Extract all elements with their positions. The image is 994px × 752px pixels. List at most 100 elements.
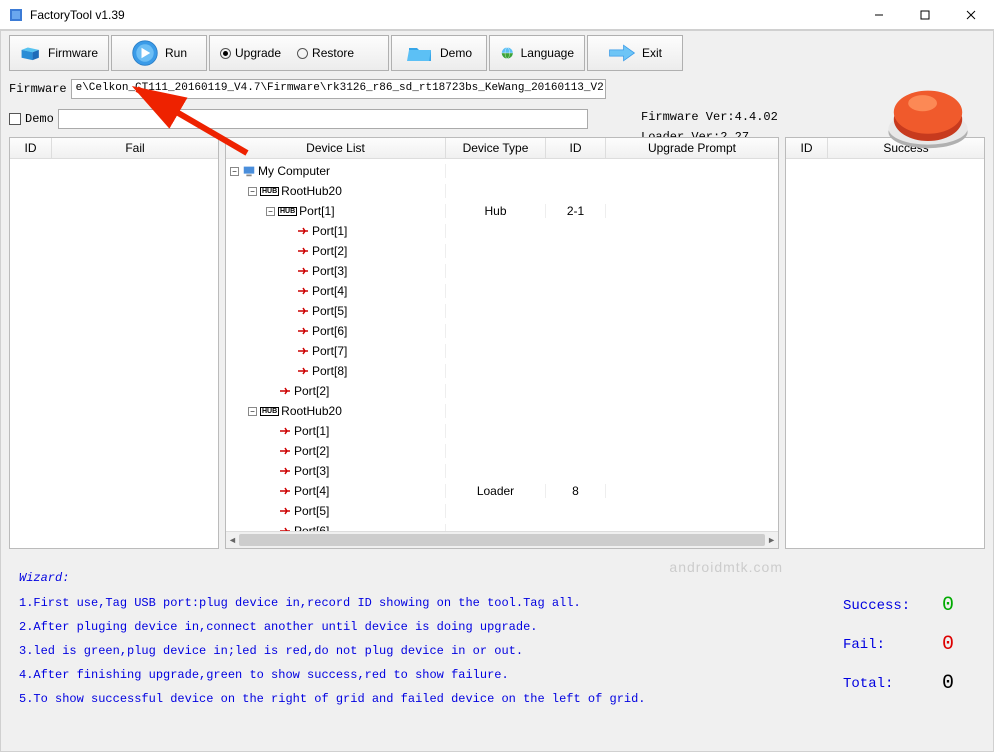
computer-icon [242, 164, 256, 178]
wizard-line: 2.After pluging device in,connect anothe… [19, 619, 975, 635]
firmware-version-text: Firmware Ver:4.4.02 [641, 107, 778, 127]
demo-checkbox[interactable] [9, 113, 21, 125]
usb-icon [278, 446, 292, 456]
exit-arrow-icon [608, 43, 636, 63]
fail-grid: ID Fail [9, 137, 219, 549]
firmware-icon [20, 41, 42, 65]
usb-icon [296, 306, 310, 316]
usb-icon [296, 286, 310, 296]
radio-icon [220, 48, 231, 59]
tree-port-label: Port[8] [312, 364, 347, 378]
tree-port-label: Port[6] [312, 324, 347, 338]
exit-button[interactable]: Exit [587, 35, 683, 71]
tree-port-label: Port[5] [312, 304, 347, 318]
scroll-right-icon[interactable]: ► [767, 535, 776, 545]
fail-header[interactable]: Fail [52, 138, 218, 158]
expander-icon[interactable]: − [230, 167, 239, 176]
total-stat-value: 0 [933, 672, 963, 695]
close-button[interactable] [948, 0, 994, 30]
firmware-button[interactable]: Firmware [9, 35, 109, 71]
hub-icon: HUB [278, 207, 297, 216]
success-id-header[interactable]: ID [786, 138, 828, 158]
device-id-cell: 2-1 [546, 204, 606, 218]
exit-label: Exit [642, 46, 662, 60]
usb-icon [296, 366, 310, 376]
expander-icon[interactable]: − [248, 187, 257, 196]
globe-icon [500, 40, 515, 66]
usb-icon [278, 426, 292, 436]
tree-port-label: Port[4] [312, 284, 347, 298]
demo-input[interactable] [58, 109, 588, 129]
wizard-line: 4.After finishing upgrade,green to show … [19, 667, 975, 683]
run-label: Run [165, 46, 187, 60]
device-tree[interactable]: − My Computer − HUB RootHub20 [226, 159, 778, 531]
tree-port-label: Port[1] [294, 424, 329, 438]
device-type-cell: Loader [446, 484, 546, 498]
demo-checkbox-label: Demo [25, 112, 54, 126]
device-list-header[interactable]: Device List [226, 138, 446, 158]
expander-icon[interactable]: − [248, 407, 257, 416]
restore-radio[interactable]: Restore [297, 46, 354, 60]
hub-icon: HUB [260, 407, 279, 416]
usb-icon [278, 386, 292, 396]
tree-port-label: Port[1] [312, 224, 347, 238]
device-list-grid: Device List Device Type ID Upgrade Promp… [225, 137, 779, 549]
minimize-button[interactable] [856, 0, 902, 30]
maximize-button[interactable] [902, 0, 948, 30]
success-stat-value: 0 [933, 594, 963, 617]
tree-port-label: Port[3] [294, 464, 329, 478]
tree-port-label: Port[1] [299, 204, 334, 218]
firmware-label: Firmware [48, 46, 98, 60]
play-icon [131, 39, 159, 67]
fail-id-header[interactable]: ID [10, 138, 52, 158]
usb-icon [278, 506, 292, 516]
tree-port-label: Port[2] [294, 384, 329, 398]
window-titlebar: FactoryTool v1.39 [0, 0, 994, 30]
fail-stat-label: Fail: [843, 637, 913, 653]
restore-radio-label: Restore [312, 46, 354, 60]
usb-icon [296, 326, 310, 336]
tree-port-label: Port[4] [294, 484, 329, 498]
tree-port-label: Port[5] [294, 504, 329, 518]
tree-root-label: My Computer [258, 164, 330, 178]
big-red-indicator[interactable] [883, 69, 973, 159]
firmware-path-label: Firmware [9, 82, 67, 96]
tree-hub-label: RootHub20 [281, 404, 342, 418]
fail-stat-value: 0 [933, 633, 963, 656]
run-button[interactable]: Run [111, 35, 207, 71]
language-button[interactable]: Language [489, 35, 585, 71]
tree-port-label: Port[6] [294, 524, 329, 531]
device-type-cell: Hub [446, 204, 546, 218]
tree-port-label: Port[2] [312, 244, 347, 258]
horizontal-scrollbar[interactable]: ◄ ► [226, 531, 778, 548]
toolbar: Firmware Run Upgrade Restore Demo Langua… [9, 35, 985, 71]
upgrade-radio[interactable]: Upgrade [220, 46, 281, 60]
firmware-path-input[interactable]: e\Celkon_CT111_20160119_V4.7\Firmware\rk… [71, 79, 606, 99]
upgrade-prompt-header[interactable]: Upgrade Prompt [606, 138, 778, 158]
wizard-panel: Wizard: 1.First use,Tag USB port:plug de… [9, 565, 985, 721]
scroll-thumb[interactable] [239, 534, 765, 546]
success-stat-label: Success: [843, 598, 913, 614]
stats-panel: Success: 0 Fail: 0 Total: 0 [843, 594, 963, 711]
upgrade-radio-label: Upgrade [235, 46, 281, 60]
usb-icon [296, 226, 310, 236]
expander-icon[interactable]: − [266, 207, 275, 216]
demo-button[interactable]: Demo [391, 35, 487, 71]
mode-radio-group: Upgrade Restore [209, 35, 389, 71]
total-stat-label: Total: [843, 676, 913, 692]
window-title: FactoryTool v1.39 [30, 8, 856, 22]
folder-icon [406, 41, 434, 65]
scroll-left-icon[interactable]: ◄ [228, 535, 237, 545]
device-id-cell: 8 [546, 484, 606, 498]
device-type-header[interactable]: Device Type [446, 138, 546, 158]
hub-icon: HUB [260, 187, 279, 196]
wizard-line: 1.First use,Tag USB port:plug device in,… [19, 595, 975, 611]
device-id-header[interactable]: ID [546, 138, 606, 158]
app-icon [8, 7, 24, 23]
success-grid: ID Success [785, 137, 985, 549]
tree-port-label: Port[3] [312, 264, 347, 278]
wizard-title: Wizard: [19, 571, 975, 585]
tree-port-label: Port[2] [294, 444, 329, 458]
usb-icon [278, 526, 292, 531]
usb-icon [296, 266, 310, 276]
